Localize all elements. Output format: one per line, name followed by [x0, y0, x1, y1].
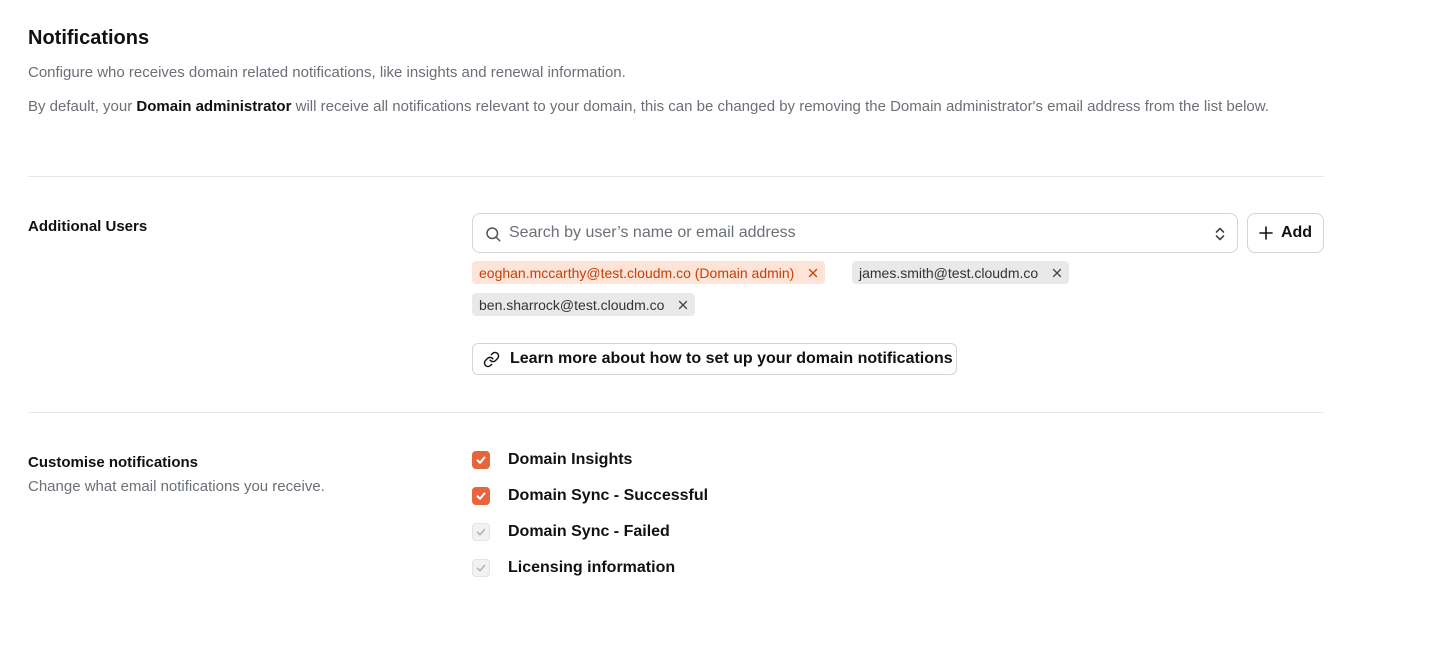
domain-sync-failed-label: Domain Sync - Failed — [508, 523, 670, 540]
option-domain-sync-failed[interactable]: Domain Sync - Failed — [472, 522, 670, 542]
domain-insights-label: Domain Insights — [508, 451, 633, 468]
close-icon[interactable] — [678, 300, 688, 310]
chip-label: ben.sharrock@test.cloudm.co — [479, 296, 665, 313]
default-note-suffix: will receive all notifications relevant … — [291, 98, 1269, 115]
domain-sync-successful-checkbox[interactable] — [472, 487, 490, 505]
licensing-information-label: Licensing information — [508, 559, 676, 576]
search-icon — [486, 227, 501, 242]
chip-label: eoghan.mccarthy@test.cloudm.co (Domain a… — [479, 264, 795, 281]
check-icon — [476, 528, 486, 536]
domain-sync-failed-checkbox[interactable] — [472, 523, 490, 541]
licensing-information-checkbox[interactable] — [472, 559, 490, 577]
domain-administrator-emphasis: Domain administrator — [136, 98, 292, 115]
check-icon — [476, 492, 486, 500]
default-note-prefix: By default, your — [28, 98, 137, 115]
user-chip: james.smith@test.cloudm.co — [852, 261, 1070, 284]
page-title: Notifications — [28, 27, 150, 49]
domain-insights-checkbox[interactable] — [472, 451, 490, 469]
section-divider — [28, 412, 1324, 413]
option-domain-insights[interactable]: Domain Insights — [472, 450, 632, 470]
section-divider — [28, 176, 1324, 177]
learn-more-label: Learn more about how to set up your doma… — [510, 350, 953, 367]
link-icon — [483, 351, 500, 367]
close-icon[interactable] — [808, 268, 818, 278]
plus-icon — [1259, 226, 1273, 240]
option-domain-sync-successful[interactable]: Domain Sync - Successful — [472, 486, 708, 506]
page-description: Configure who receives domain related no… — [28, 64, 626, 81]
user-chip: ben.sharrock@test.cloudm.co — [472, 293, 696, 316]
user-search-input[interactable] — [509, 214, 1189, 252]
customise-notifications-sublabel: Change what email notifications you rece… — [28, 478, 325, 495]
domain-sync-successful-label: Domain Sync - Successful — [508, 487, 709, 504]
check-icon — [476, 456, 486, 464]
customise-notifications-label: Customise notifications — [28, 454, 199, 471]
user-chip-domain-admin: eoghan.mccarthy@test.cloudm.co (Domain a… — [472, 261, 826, 284]
chevron-up-down-icon[interactable] — [1213, 225, 1227, 243]
close-icon[interactable] — [1052, 268, 1062, 278]
user-search-combobox[interactable] — [472, 213, 1238, 253]
additional-users-label: Additional Users — [28, 218, 148, 235]
add-button-label: Add — [1280, 224, 1313, 241]
default-admin-note: By default, your Domain administrator wi… — [28, 96, 1318, 118]
learn-more-notifications-link[interactable]: Learn more about how to set up your doma… — [472, 343, 957, 375]
add-user-button[interactable]: Add — [1247, 213, 1324, 253]
check-icon — [476, 564, 486, 572]
chip-label: james.smith@test.cloudm.co — [859, 264, 1039, 281]
option-licensing-information[interactable]: Licensing information — [472, 558, 675, 578]
